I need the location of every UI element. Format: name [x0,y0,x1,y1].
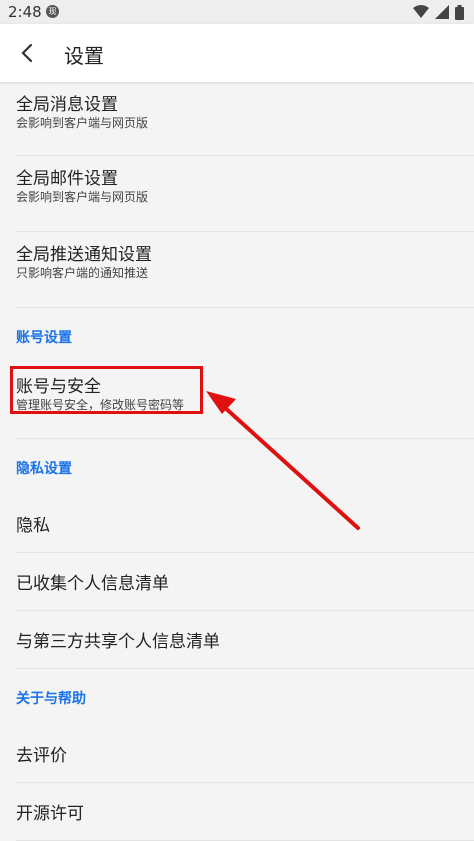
annotation-arrow-icon [206,391,360,530]
